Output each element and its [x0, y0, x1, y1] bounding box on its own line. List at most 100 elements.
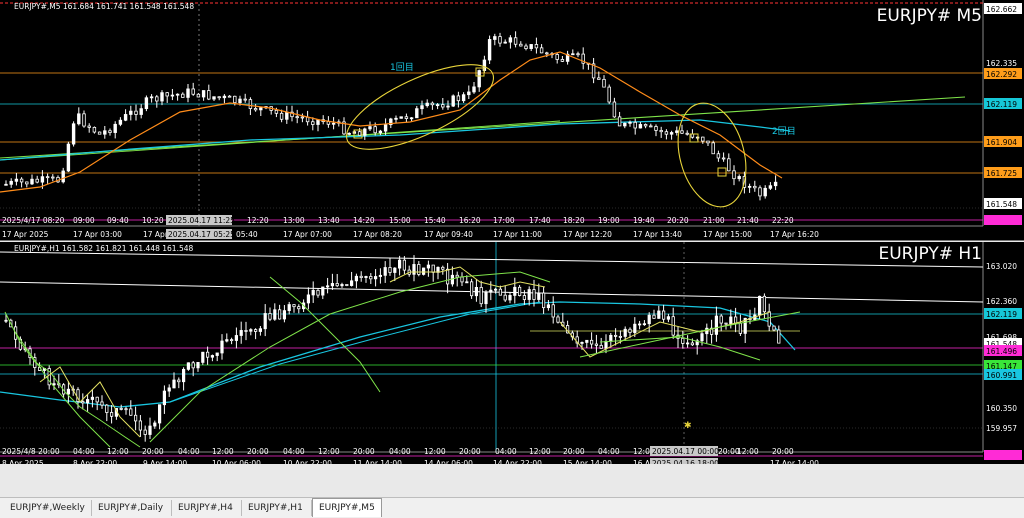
h1-candle-body: [306, 294, 311, 304]
h1-date-label: 10 Apr 22:00: [283, 459, 332, 464]
h1-date-label: 14 Apr 22:00: [493, 459, 542, 464]
h1-time-label: 04:00: [73, 447, 95, 456]
h1-time-label: 20:00: [459, 447, 481, 456]
m5-candle-body: [316, 119, 320, 125]
h1-candle-body: [129, 408, 133, 416]
m5-candle-body: [451, 95, 455, 107]
m5-candle-body: [493, 36, 497, 40]
m5-candle-body: [217, 96, 221, 99]
h1-candle-body: [181, 368, 186, 383]
m5-candle-body: [701, 136, 705, 142]
h1-candle-body: [642, 323, 647, 326]
h1-candle-body: [133, 414, 138, 422]
h1-candle-body: [282, 310, 287, 320]
h1-candle-body: [585, 339, 589, 343]
m5-candle-body: [602, 78, 606, 88]
m5-chart-canvas[interactable]: 162.662 162.335 162.292 162.119 161.904 161.7…: [0, 0, 1024, 240]
h1-candle-body: [234, 335, 238, 341]
m5-candle-body: [118, 119, 123, 125]
h1-candle-body: [662, 310, 666, 320]
h1-candle-body: [652, 314, 656, 319]
h1-date-label: 9 Apr 14:00: [143, 459, 187, 464]
m5-candle-body: [664, 131, 669, 135]
m5-candle-body: [773, 181, 778, 187]
h1-candle-body: [738, 322, 743, 334]
h1-date-label: 8 Apr 22:00: [73, 459, 117, 464]
m5-time-label: 20:20: [667, 216, 689, 225]
h1-candle-body: [172, 379, 176, 389]
m5-candle-body: [441, 104, 445, 108]
m5-candle-body: [487, 39, 492, 61]
m5-candle-body: [633, 121, 637, 129]
h1-candle-body: [369, 276, 373, 280]
m5-annotation-1: 1回目: [390, 62, 414, 73]
m5-candle-body: [571, 53, 575, 56]
h1-candle-body: [609, 334, 613, 342]
m5-candle-body: [233, 95, 237, 104]
m5-candle-body: [576, 53, 580, 56]
h1-candle-body: [580, 342, 584, 344]
tab-h4[interactable]: EURJPY#,H4: [172, 500, 242, 516]
h1-time-label: 12:00: [424, 447, 446, 456]
h1-candle-body: [205, 351, 210, 358]
h1-candle-body: [402, 259, 407, 271]
m5-price-label: 161.904: [986, 138, 1017, 147]
h1-candle-body: [618, 335, 623, 338]
tab-m5[interactable]: EURJPY#,M5: [312, 498, 382, 517]
m5-chart[interactable]: 162.662 162.335 162.292 162.119 161.904 161.7…: [0, 0, 1024, 241]
m5-date-label: 17 Apr 11:00: [493, 230, 542, 239]
tab-h1[interactable]: EURJPY#,H1: [242, 500, 312, 516]
h1-time-label: 04:00: [283, 447, 305, 456]
m5-candle-body: [196, 93, 201, 98]
m5-time-label: 2025/4/17 08:20: [2, 216, 65, 225]
h1-candle-body: [537, 292, 541, 300]
chart-tab-bar: EURJPY#,Weekly EURJPY#,Daily EURJPY#,H4 …: [0, 497, 1024, 518]
m5-candle-body: [274, 110, 279, 114]
h1-candle-body: [177, 379, 181, 383]
h1-candle-body: [340, 284, 344, 287]
tab-weekly[interactable]: EURJPY#,Weekly: [4, 500, 92, 516]
h1-downtrend-1: [4, 311, 141, 448]
h1-chart-canvas[interactable]: 163.020162.360162.119161.698161.548161.4…: [0, 242, 1024, 464]
tab-daily[interactable]: EURJPY#,Daily: [92, 500, 172, 516]
h1-candle-body: [445, 268, 450, 285]
h1-chart[interactable]: 163.020 162.360 162.119 161.698 161.548 161.4…: [0, 242, 1024, 464]
m5-candle-body: [378, 130, 383, 134]
m5-candle-body: [9, 180, 13, 185]
m5-candle-body: [279, 112, 284, 120]
h1-candle-body: [719, 315, 723, 324]
m5-candle-body: [649, 125, 653, 128]
h1-candle-body: [345, 284, 349, 286]
m5-date-label: 17 Apr 09:40: [424, 230, 473, 239]
m5-candle-body: [259, 107, 263, 111]
m5-candle-body: [763, 187, 767, 197]
m5-candle-body: [103, 130, 107, 135]
m5-candle-body: [82, 113, 86, 127]
h1-candle-body: [527, 289, 531, 300]
m5-candle-body: [519, 43, 523, 47]
h1-time-label: 04:00: [178, 447, 200, 456]
m5-candle-body: [659, 130, 663, 133]
m5-time-label: 09:00: [73, 216, 95, 225]
m5-candle-body: [97, 131, 102, 135]
h1-candle-body: [724, 322, 728, 325]
h1-time-label: 04:00: [598, 447, 620, 456]
h1-time-label: 20:00: [247, 447, 269, 456]
m5-candle-body: [19, 178, 24, 183]
h1-candle-body: [604, 340, 608, 349]
h1-candle-body: [95, 396, 99, 403]
m5-candle-body: [207, 90, 211, 100]
m5-candle-body: [675, 130, 679, 133]
m5-candle-body: [4, 183, 8, 186]
m5-candle-body: [92, 126, 97, 133]
h1-resistance-1: [0, 251, 984, 268]
h1-candle-body: [239, 330, 243, 336]
m5-candle-body: [539, 47, 544, 54]
h1-candle-body: [349, 280, 354, 286]
m5-candle-body: [446, 105, 450, 108]
h1-candle-body: [268, 313, 272, 320]
m5-candle-body: [425, 102, 429, 107]
h1-candle-body: [249, 329, 253, 332]
m5-candle-body: [747, 185, 752, 188]
m5-time-label: 12:20: [247, 216, 269, 225]
